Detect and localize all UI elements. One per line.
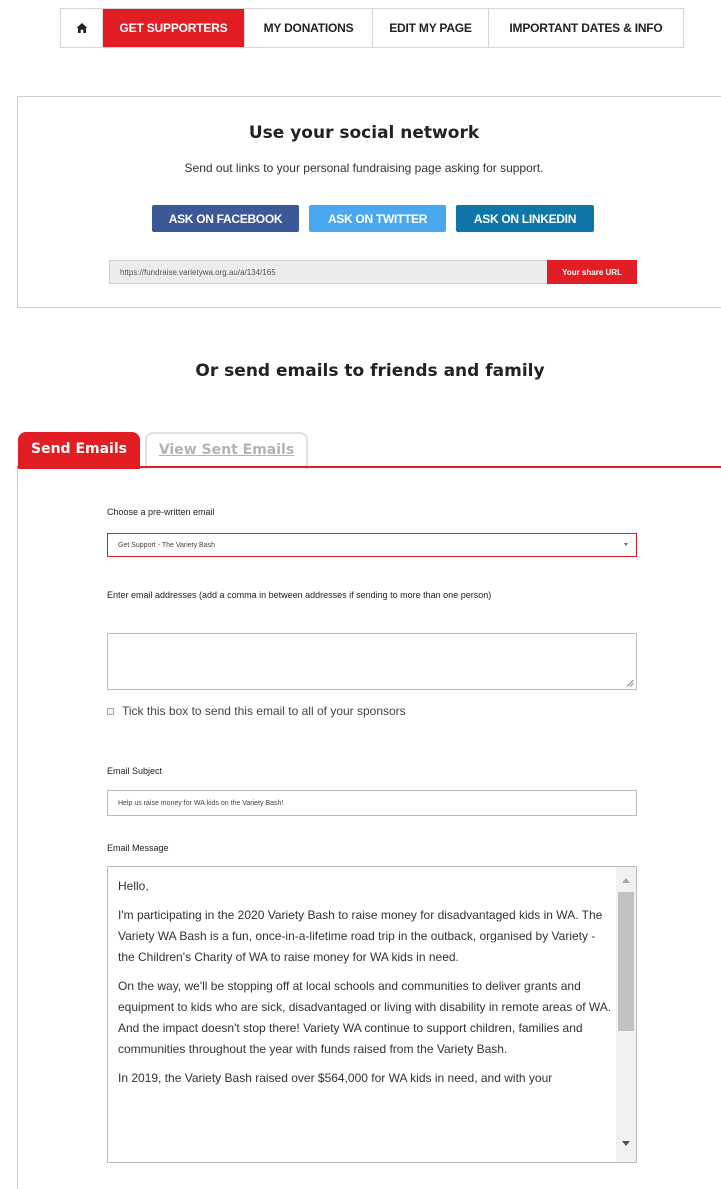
ask-on-twitter-button[interactable]: ASK ON TWITTER (309, 205, 446, 232)
nav-important-dates[interactable]: IMPORTANT DATES & INFO (489, 9, 683, 47)
tab-view-sent-emails[interactable]: View Sent Emails (145, 432, 308, 469)
message-scrollbar[interactable] (616, 867, 636, 1162)
message-paragraph: In 2019, the Variety Bash raised over $5… (118, 1071, 553, 1085)
home-icon (76, 23, 87, 33)
scroll-thumb[interactable] (618, 892, 634, 1031)
subject-label: Email Subject (107, 766, 163, 776)
addresses-label: Enter email addresses (add a comma in be… (107, 590, 492, 600)
sponsors-checkbox-row[interactable]: Tick this box to send this email to all … (107, 704, 406, 718)
nav-home[interactable] (61, 9, 103, 47)
sponsors-checkbox-label: Tick this box to send this email to all … (122, 704, 406, 718)
email-subject-input[interactable]: Help us raise money for WA kids on the V… (107, 790, 637, 816)
nav-my-donations[interactable]: MY DONATIONS (245, 9, 373, 47)
scroll-up-icon[interactable] (622, 878, 630, 883)
message-label: Email Message (107, 843, 169, 853)
template-select[interactable]: Get Support - The Variety Bash (107, 533, 637, 557)
share-url-field[interactable]: https://fundraise.varietywa.org.au/a/134… (109, 260, 547, 284)
share-url-button[interactable]: Your share URL (547, 260, 637, 284)
nav-get-supporters[interactable]: GET SUPPORTERS (103, 9, 245, 47)
social-title: Use your social network (248, 123, 480, 143)
nav-edit-my-page[interactable]: EDIT MY PAGE (373, 9, 489, 47)
social-share-panel: Use your social network Send out links t… (17, 96, 721, 308)
message-paragraph: On the way, we'll be stopping off at loc… (118, 979, 612, 1056)
social-subtitle: Send out links to your personal fundrais… (184, 161, 544, 175)
scroll-down-icon[interactable] (622, 1141, 630, 1146)
tab-view-sent-emails-label: View Sent Emails (158, 441, 295, 458)
tab-send-emails[interactable]: Send Emails (18, 432, 140, 469)
sponsors-checkbox[interactable] (107, 707, 114, 715)
resize-handle-icon[interactable] (626, 679, 634, 687)
message-paragraph: Hello, (118, 879, 149, 893)
email-message-body: Hello, I'm participating in the 2020 Var… (118, 876, 613, 1097)
email-section-heading: Or send emails to friends and family (195, 361, 545, 381)
template-select-value: Get Support - The Variety Bash (118, 541, 216, 549)
ask-on-facebook-button[interactable]: ASK ON FACEBOOK (152, 205, 299, 232)
email-addresses-input[interactable] (107, 633, 637, 690)
chevron-down-icon (624, 543, 628, 546)
email-message-input[interactable]: Hello, I'm participating in the 2020 Var… (107, 866, 637, 1163)
ask-on-linkedin-button[interactable]: ASK ON LINKEDIN (456, 205, 594, 232)
message-paragraph: I'm participating in the 2020 Variety Ba… (118, 908, 603, 964)
template-label: Choose a pre-written email (107, 507, 215, 517)
top-nav: GET SUPPORTERS MY DONATIONS EDIT MY PAGE… (60, 8, 684, 48)
